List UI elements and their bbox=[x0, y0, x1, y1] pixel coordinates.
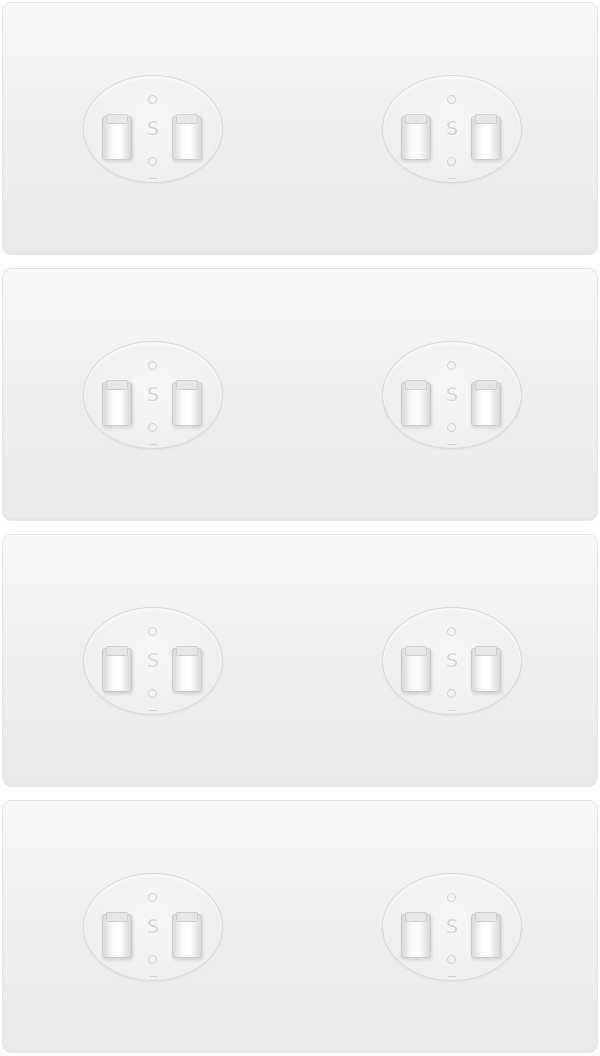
hook-clip bbox=[172, 380, 202, 426]
brand-emblem: S bbox=[146, 916, 160, 938]
brand-emblem: S bbox=[445, 384, 459, 406]
hook-clip bbox=[102, 912, 132, 958]
hook-mount: S bbox=[382, 607, 522, 715]
hook-clip bbox=[471, 912, 501, 958]
brand-emblem: S bbox=[445, 916, 459, 938]
screw-hole-icon bbox=[148, 361, 157, 370]
hook-mount: S bbox=[83, 341, 223, 449]
brand-emblem: S bbox=[146, 118, 160, 140]
hook-clip bbox=[401, 912, 431, 958]
mount-notch bbox=[149, 976, 157, 981]
screw-hole-icon bbox=[447, 689, 456, 698]
hook-clip bbox=[401, 380, 431, 426]
adhesive-plate: SS bbox=[2, 800, 598, 1053]
brand-emblem: S bbox=[146, 384, 160, 406]
hook-clip bbox=[471, 646, 501, 692]
screw-hole-icon bbox=[447, 955, 456, 964]
mount-notch bbox=[149, 178, 157, 183]
screw-hole-icon bbox=[148, 893, 157, 902]
adhesive-plate: SS bbox=[2, 534, 598, 787]
adhesive-plate: SS bbox=[2, 268, 598, 521]
hook-clip bbox=[102, 114, 132, 160]
hook-mount: S bbox=[382, 75, 522, 183]
screw-hole-icon bbox=[447, 361, 456, 370]
hook-clip bbox=[401, 114, 431, 160]
hook-mount: S bbox=[382, 341, 522, 449]
hook-clip bbox=[471, 380, 501, 426]
screw-hole-icon bbox=[148, 423, 157, 432]
hook-mount: S bbox=[382, 873, 522, 981]
screw-hole-icon bbox=[447, 627, 456, 636]
hook-clip bbox=[172, 114, 202, 160]
mount-notch bbox=[149, 444, 157, 449]
mount-notch bbox=[448, 710, 456, 715]
screw-hole-icon bbox=[148, 95, 157, 104]
hook-mount: S bbox=[83, 873, 223, 981]
mount-notch bbox=[448, 976, 456, 981]
mount-notch bbox=[149, 710, 157, 715]
brand-emblem: S bbox=[445, 118, 459, 140]
hook-clip bbox=[471, 114, 501, 160]
mount-notch bbox=[448, 178, 456, 183]
screw-hole-icon bbox=[447, 95, 456, 104]
brand-emblem: S bbox=[146, 650, 160, 672]
screw-hole-icon bbox=[447, 423, 456, 432]
screw-hole-icon bbox=[447, 157, 456, 166]
mount-notch bbox=[448, 444, 456, 449]
screw-hole-icon bbox=[148, 689, 157, 698]
hook-mount: S bbox=[83, 75, 223, 183]
hook-mount: S bbox=[83, 607, 223, 715]
hook-clip bbox=[172, 912, 202, 958]
hook-clip bbox=[102, 646, 132, 692]
hook-clip bbox=[102, 380, 132, 426]
screw-hole-icon bbox=[148, 157, 157, 166]
hook-clip bbox=[401, 646, 431, 692]
hook-clip bbox=[172, 646, 202, 692]
screw-hole-icon bbox=[447, 893, 456, 902]
screw-hole-icon bbox=[148, 627, 157, 636]
adhesive-plate: SS bbox=[2, 2, 598, 255]
screw-hole-icon bbox=[148, 955, 157, 964]
brand-emblem: S bbox=[445, 650, 459, 672]
